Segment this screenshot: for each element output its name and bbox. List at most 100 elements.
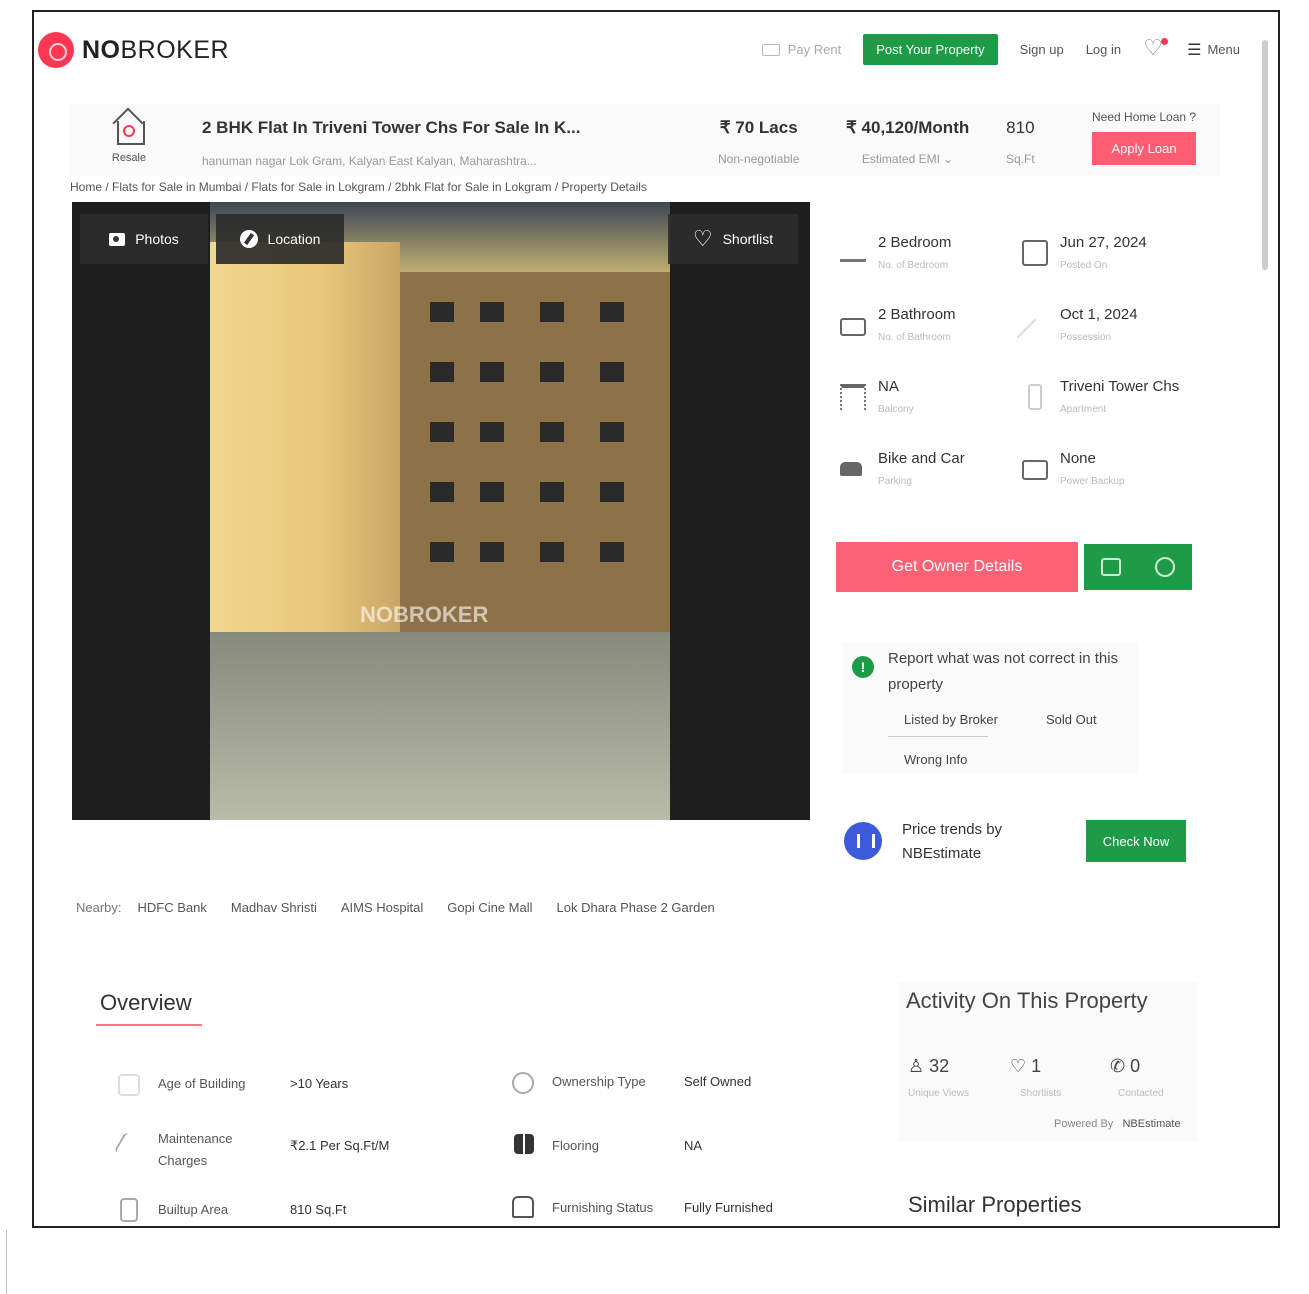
nearby-label: Nearby: [76, 900, 122, 915]
logo-icon [38, 32, 74, 68]
house-rupee-icon [110, 108, 148, 146]
divider [888, 736, 988, 737]
location-button[interactable]: Location [216, 214, 344, 264]
spec-possession: Oct 1, 2024 Possession [1016, 306, 1202, 366]
bed-icon [840, 248, 866, 262]
spec-label: Balcony [878, 404, 914, 415]
loan-question: Need Home Loan ? [1092, 110, 1197, 124]
shortlist-heart-icon[interactable] [1143, 35, 1169, 61]
powered-by: Powered By NBEstimate [1054, 1118, 1181, 1130]
calendar-icon [1022, 240, 1048, 266]
spec-label: Power Backup [1060, 476, 1125, 487]
spec-parking: Bike and Car Parking [840, 450, 1020, 510]
chart-icon [844, 822, 882, 860]
car-icon [840, 462, 862, 476]
spec-apartment: Triveni Tower Chs Apartment [1022, 378, 1202, 438]
photo-watermark: NOBROKER [360, 602, 489, 627]
emi-block[interactable]: ₹ 40,120/Month Estimated EMI ⌄ [846, 118, 969, 166]
get-owner-details-button[interactable]: Get Owner Details [836, 542, 1078, 592]
spec-label: No. of Bedroom [878, 260, 949, 271]
log-in-link[interactable]: Log in [1086, 42, 1121, 57]
heart-outline-icon: ♡ [1010, 1056, 1027, 1076]
check-now-button[interactable]: Check Now [1086, 820, 1186, 862]
photo-gallery[interactable]: NOBROKER Photos Location ♡ Shortlist [72, 202, 810, 820]
property-photo[interactable]: NOBROKER [210, 202, 670, 820]
pay-rent-link[interactable]: Pay Rent [761, 42, 841, 57]
overview-title: Overview [100, 990, 192, 1015]
shortlist-label: Shortlist [722, 231, 774, 247]
schedule-visit-button[interactable] [1084, 544, 1138, 590]
courtyard [210, 632, 670, 820]
spec-label: Apartment [1060, 404, 1107, 415]
spec-label: No. of Bathroom [878, 332, 951, 343]
sign-up-link[interactable]: Sign up [1020, 42, 1064, 57]
spec-posted-on: Jun 27, 2024 Posted On [1022, 234, 1202, 294]
similar-properties-title: Similar Properties [908, 1192, 1082, 1217]
resale-badge: Resale [102, 108, 156, 164]
activity-panel: Activity On This Property ♙ 32 Unique Vi… [898, 982, 1198, 1142]
emi-value: ₹ 40,120/Month [846, 118, 970, 137]
spec-value: NA [878, 378, 899, 395]
overview-label: Flooring [552, 1138, 599, 1153]
overview-label: Maintenance Charges [158, 1131, 233, 1168]
spec-value: Bike and Car [878, 450, 965, 467]
apply-loan-button[interactable]: Apply Loan [1092, 132, 1197, 165]
resale-label: Resale [111, 152, 147, 164]
menu-button[interactable]: ☰ Menu [1187, 40, 1240, 60]
sofa-icon [512, 1196, 534, 1218]
nearby-place[interactable]: Gopi Cine Mall [447, 900, 532, 915]
spec-power-backup: None Power Backup [1022, 450, 1202, 510]
location-label: Location [267, 231, 321, 247]
nearby-place[interactable]: HDFC Bank [138, 900, 207, 915]
nearby-places: Nearby: HDFC Bank Madhav Shristi AIMS Ho… [76, 900, 715, 915]
top-nav: Pay Rent Post Your Property Sign up Log … [761, 34, 1240, 65]
post-property-button[interactable]: Post Your Property [863, 34, 998, 65]
scrollbar[interactable] [1262, 40, 1268, 270]
battery-icon [1022, 460, 1048, 480]
area-block: 810 Sq.Ft [1006, 118, 1035, 166]
overview-label: Age of Building [158, 1076, 246, 1091]
nearby-place[interactable]: AIMS Hospital [341, 900, 423, 915]
builtup-area-icon [120, 1198, 138, 1222]
calendar-icon [1101, 558, 1121, 576]
balcony-icon [840, 384, 866, 410]
spec-value: Jun 27, 2024 [1060, 234, 1147, 251]
overview-label: Furnishing Status [552, 1200, 654, 1215]
nearby-place[interactable]: Lok Dhara Phase 2 Garden [557, 900, 715, 915]
chevron-down-icon: ⌄ [943, 152, 954, 166]
heart-icon: ♡ [692, 226, 713, 251]
price-trends-panel: Price trends by NBEstimate Check Now [842, 818, 1186, 866]
chat-button[interactable] [1138, 544, 1192, 590]
exclamation-icon: ! [852, 656, 874, 678]
shortlists-label: Shortlists [1020, 1088, 1062, 1099]
browser-page: NOBROKER Pay Rent Post Your Property Sig… [32, 10, 1280, 1228]
user-icon: ♙ [908, 1056, 925, 1076]
logo-text: NOBROKER [82, 35, 230, 64]
report-option-wrong-info[interactable]: Wrong Info [904, 752, 967, 767]
spec-value: 2 Bedroom [878, 234, 952, 251]
property-title: 2 BHK Flat In Triveni Tower Chs For Sale… [202, 118, 581, 137]
emi-note: Estimated EMI ⌄ [861, 152, 954, 166]
ownership-icon [512, 1072, 534, 1094]
nobroker-logo[interactable]: NOBROKER [38, 32, 229, 68]
photos-button[interactable]: Photos [80, 214, 208, 264]
breadcrumb[interactable]: Home / Flats for Sale in Mumbai / Flats … [70, 180, 647, 194]
spec-bathroom: 2 Bathroom No. of Bathroom [840, 306, 1020, 366]
report-option-sold-out[interactable]: Sold Out [1046, 712, 1097, 727]
spec-value: Oct 1, 2024 [1060, 306, 1138, 323]
hamburger-icon: ☰ [1187, 41, 1202, 59]
key-icon [1016, 318, 1054, 356]
overview-value: >10 Years [290, 1076, 349, 1091]
shortlists-count: ♡ 1 [1010, 1056, 1042, 1076]
spec-label: Posted On [1060, 260, 1108, 271]
page-edge-line [6, 1230, 7, 1294]
shower-icon [840, 318, 866, 336]
shortlist-button[interactable]: ♡ Shortlist [668, 214, 798, 264]
overview-value: 810 Sq.Ft [290, 1202, 347, 1217]
maintenance-icon [113, 1131, 145, 1163]
report-option-listed-by-broker[interactable]: Listed by Broker [904, 712, 998, 727]
nearby-place[interactable]: Madhav Shristi [231, 900, 317, 915]
chat-icon [1155, 557, 1175, 577]
home-loan-block: Need Home Loan ? Apply Loan [1092, 110, 1197, 165]
building-icon [1028, 384, 1042, 410]
